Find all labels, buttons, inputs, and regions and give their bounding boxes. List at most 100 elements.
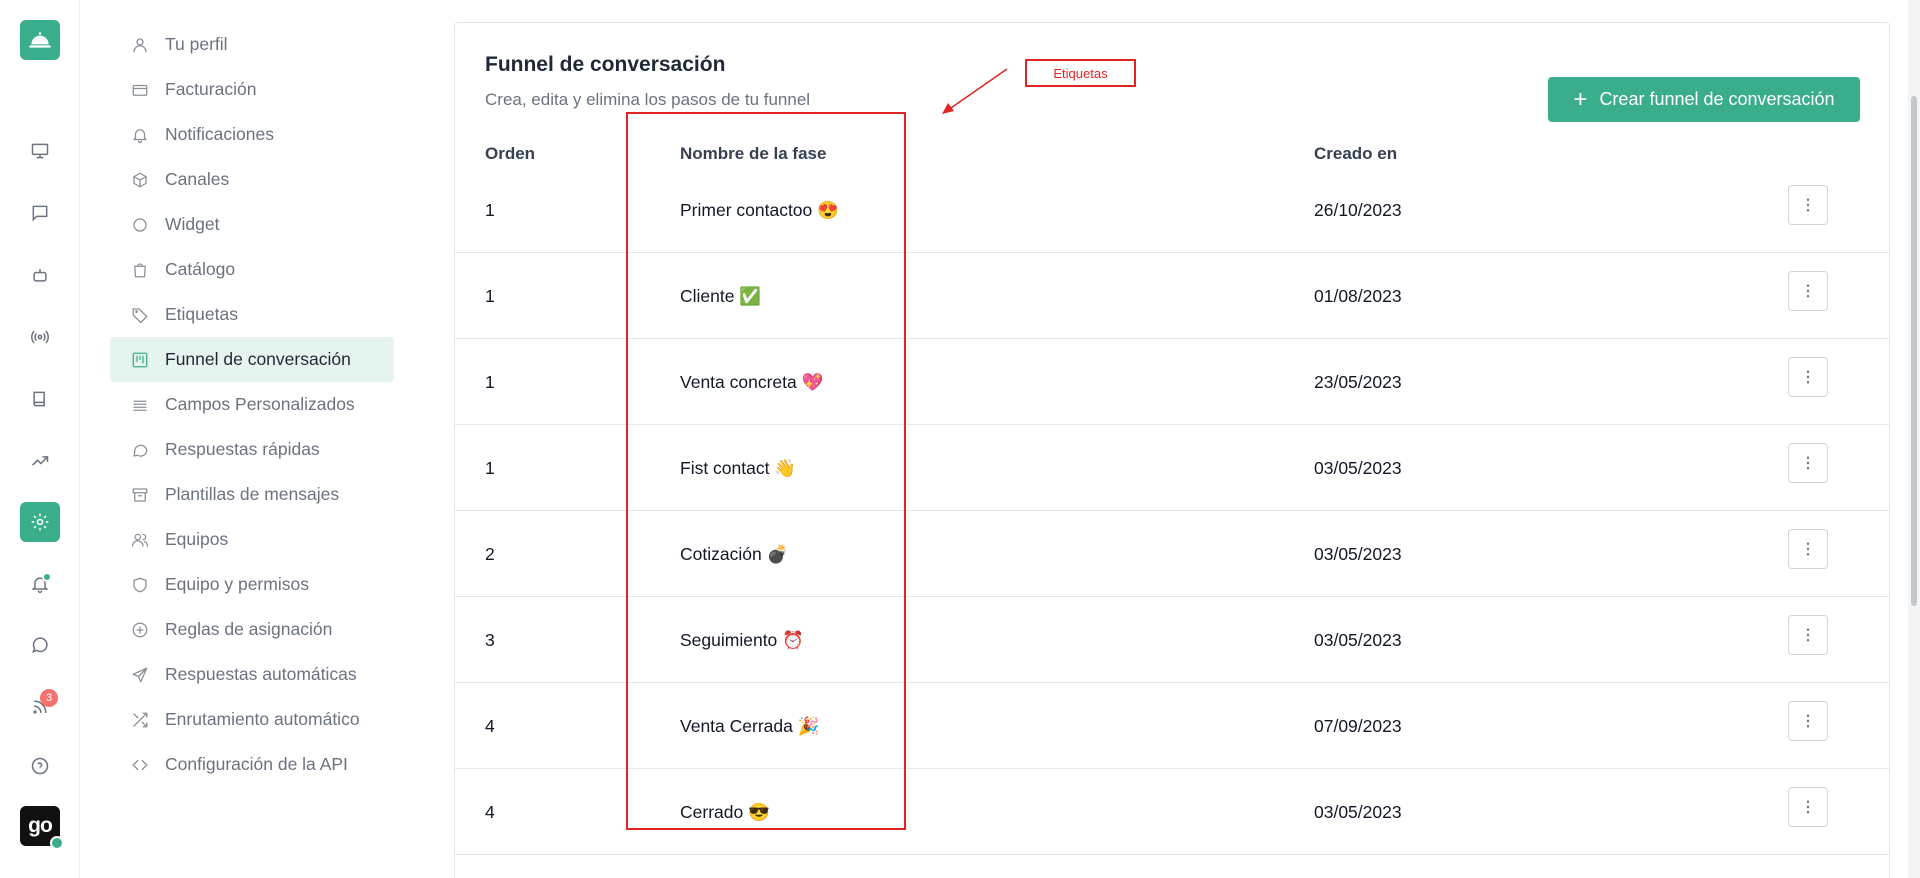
row-actions-button[interactable] xyxy=(1788,357,1828,397)
rail-library[interactable] xyxy=(20,379,60,419)
settings-menu-item[interactable]: Widget xyxy=(110,202,394,247)
page-title: Funnel de conversación xyxy=(485,53,726,76)
cell-created-date: 01/08/2023 xyxy=(1314,286,1402,306)
settings-menu-item[interactable]: Canales xyxy=(110,157,394,202)
help-circle-icon xyxy=(31,757,49,775)
cell-order: 1 xyxy=(485,200,495,220)
shopping-bag-icon xyxy=(130,260,150,280)
settings-menu-item[interactable]: Respuestas automáticas xyxy=(110,652,394,697)
send-icon xyxy=(130,665,150,685)
users-icon xyxy=(130,530,150,550)
rail-reports[interactable] xyxy=(20,441,60,481)
row-actions-button[interactable] xyxy=(1788,615,1828,655)
settings-menu-label: Funnel de conversación xyxy=(165,349,351,369)
settings-menu-label: Etiquetas xyxy=(165,304,238,324)
settings-menu-label: Catálogo xyxy=(165,259,236,279)
page-subtitle: Crea, edita y elimina los pasos de tu fu… xyxy=(485,90,811,109)
cell-created-date: 03/05/2023 xyxy=(1314,802,1402,822)
cell-order: 3 xyxy=(485,630,495,650)
rail-broadcast[interactable] xyxy=(20,317,60,357)
rail-feed[interactable]: 3 xyxy=(20,687,60,727)
online-status-dot xyxy=(50,836,64,850)
book-icon xyxy=(33,391,45,407)
box-icon xyxy=(130,170,150,190)
settings-menu-item[interactable]: Equipos xyxy=(110,517,394,562)
settings-menu-item[interactable]: Enrutamiento automático xyxy=(110,697,394,742)
icon-rail: 3 go xyxy=(0,0,80,878)
cell-created-date: 03/05/2023 xyxy=(1314,630,1402,650)
avatar-text: go xyxy=(28,814,53,837)
create-funnel-button[interactable]: + Crear funnel de conversación xyxy=(1548,77,1860,122)
archive-icon xyxy=(130,485,150,505)
more-vertical-icon xyxy=(1806,542,1810,556)
cell-order: 1 xyxy=(485,286,495,306)
row-actions-button[interactable] xyxy=(1788,787,1828,827)
chat-bubble-icon xyxy=(130,440,150,460)
rail-whatsapp[interactable] xyxy=(20,625,60,665)
rail-notifications[interactable] xyxy=(20,564,60,604)
app-root: 3 go Tu perfil Facturación Notificaciones C… xyxy=(0,0,1920,878)
settings-menu-label: Equipos xyxy=(165,529,229,549)
more-vertical-icon xyxy=(1806,714,1810,728)
settings-menu-label: Equipo y permisos xyxy=(165,574,309,594)
more-vertical-icon xyxy=(1806,198,1810,212)
cell-created-date: 07/09/2023 xyxy=(1314,716,1402,736)
logo[interactable] xyxy=(20,20,60,60)
settings-menu-label: Canales xyxy=(165,169,230,189)
row-actions-button[interactable] xyxy=(1788,185,1828,225)
plus-icon: + xyxy=(1573,85,1588,113)
settings-menu-item[interactable]: Funnel de conversación xyxy=(110,337,394,382)
settings-menu-item[interactable]: Tu perfil xyxy=(110,22,394,67)
settings-menu-item[interactable]: Etiquetas xyxy=(110,292,394,337)
rail-dashboard[interactable] xyxy=(20,131,60,171)
settings-menu-item[interactable]: Notificaciones xyxy=(110,112,394,157)
settings-menu-label: Notificaciones xyxy=(165,124,274,144)
annotation-highlight-box xyxy=(626,112,906,830)
settings-menu-item[interactable]: Configuración de la API xyxy=(110,742,394,787)
cell-created-date: 03/05/2023 xyxy=(1314,544,1402,564)
settings-menu-label: Respuestas automáticas xyxy=(165,664,357,684)
rail-conversations[interactable] xyxy=(20,193,60,233)
settings-menu-item[interactable]: Plantillas de mensajes xyxy=(110,472,394,517)
page-scrollbar[interactable] xyxy=(1908,0,1920,878)
settings-menu-label: Tu perfil xyxy=(165,34,228,54)
count-badge: 3 xyxy=(40,689,58,707)
circle-icon xyxy=(130,215,150,235)
reception-bell-icon xyxy=(29,32,51,48)
cell-order: 4 xyxy=(485,716,495,736)
cell-created-date: 23/05/2023 xyxy=(1314,372,1402,392)
settings-menu-label: Enrutamiento automático xyxy=(165,709,360,729)
more-vertical-icon xyxy=(1806,800,1810,814)
settings-menu-item[interactable]: Catálogo xyxy=(110,247,394,292)
row-actions-button[interactable] xyxy=(1788,443,1828,483)
settings-menu-label: Reglas de asignación xyxy=(165,619,333,639)
more-vertical-icon xyxy=(1806,628,1810,642)
more-vertical-icon xyxy=(1806,456,1810,470)
bell-icon xyxy=(130,125,150,145)
annotation-label: Etiquetas xyxy=(1025,59,1136,87)
column-header-order[interactable]: Orden xyxy=(485,144,535,164)
more-vertical-icon xyxy=(1806,284,1810,298)
row-actions-button[interactable] xyxy=(1788,529,1828,569)
settings-menu-label: Respuestas rápidas xyxy=(165,439,320,459)
settings-menu-item[interactable]: Equipo y permisos xyxy=(110,562,394,607)
cell-created-date: 26/10/2023 xyxy=(1314,200,1402,220)
whatsapp-icon xyxy=(32,637,48,653)
rail-help[interactable] xyxy=(20,746,60,786)
column-header-created[interactable]: Creado en xyxy=(1314,144,1397,164)
shield-icon xyxy=(130,575,150,595)
settings-menu-label: Facturación xyxy=(165,79,257,99)
row-actions-button[interactable] xyxy=(1788,271,1828,311)
lines-icon xyxy=(130,395,150,415)
rail-settings[interactable] xyxy=(20,502,60,542)
more-vertical-icon xyxy=(1806,370,1810,384)
settings-menu-item[interactable]: Facturación xyxy=(110,67,394,112)
rail-bots[interactable] xyxy=(20,255,60,295)
plus-circle-icon xyxy=(130,620,150,640)
settings-menu-item[interactable]: Reglas de asignación xyxy=(110,607,394,652)
row-actions-button[interactable] xyxy=(1788,701,1828,741)
settings-menu-item[interactable]: Campos Personalizados xyxy=(110,382,394,427)
scrollbar-thumb[interactable] xyxy=(1911,96,1917,606)
avatar[interactable]: go xyxy=(20,806,64,850)
settings-menu-item[interactable]: Respuestas rápidas xyxy=(110,427,394,472)
